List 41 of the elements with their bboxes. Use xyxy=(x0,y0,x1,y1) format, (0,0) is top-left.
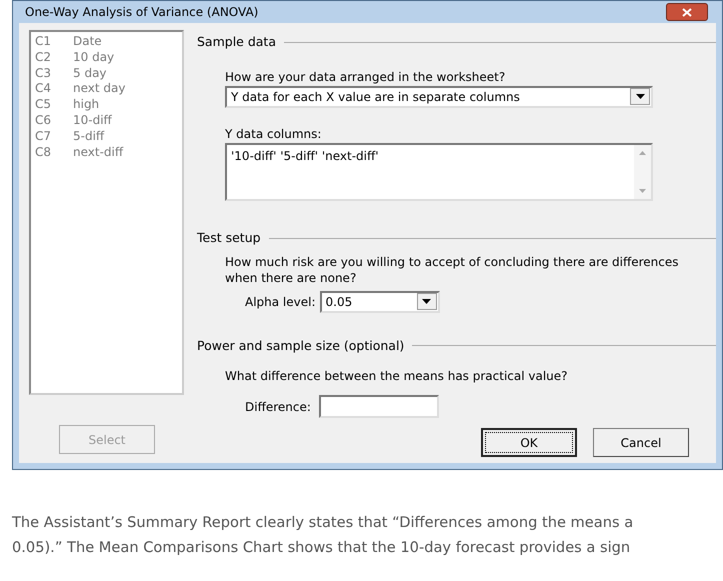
group-heading: Power and sample size (optional) xyxy=(197,336,404,355)
arrangement-dropdown[interactable]: Y data for each X value are in separate columns xyxy=(225,86,653,108)
field-label: How are your data arranged in the worksheet? xyxy=(225,68,506,86)
y-columns-field[interactable]: '10-diff' '5-diff' 'next-diff' xyxy=(225,142,653,201)
cancel-button[interactable]: Cancel xyxy=(593,428,689,458)
column-name[interactable]: next-diff xyxy=(73,144,124,160)
column-name[interactable]: Date xyxy=(73,34,102,50)
ok-button[interactable]: OK xyxy=(481,428,577,458)
field-label: Y data columns: xyxy=(225,126,322,143)
column-id[interactable]: C6 xyxy=(35,112,73,129)
dropdown-arrow-icon xyxy=(636,94,644,100)
column-id[interactable]: C8 xyxy=(35,144,73,160)
paragraph-line: The Assistant’s Summary Report clearly states that “Differences among the means a xyxy=(12,513,634,533)
dropdown-arrow-icon xyxy=(422,299,432,304)
column-name[interactable]: next day xyxy=(73,81,126,98)
group-heading: Test setup xyxy=(197,228,261,247)
window-title: One-Way Analysis of Variance (ANOVA) xyxy=(25,4,258,21)
column-name[interactable]: 5-diff xyxy=(73,128,104,145)
field-label: Alpha level: xyxy=(245,294,316,310)
question-text: What difference between the means has practical value? xyxy=(225,368,569,386)
column-id[interactable]: C5 xyxy=(35,97,73,113)
column-name[interactable]: 10-diff xyxy=(73,112,112,129)
column-id[interactable]: C4 xyxy=(35,81,73,98)
close-button[interactable] xyxy=(666,3,708,21)
paragraph-line: 0.05).” The Mean Comparisons Chart shows that the 10-day forecast provides a sign xyxy=(12,538,632,558)
column-id[interactable]: C7 xyxy=(35,128,73,145)
difference-field[interactable] xyxy=(318,395,439,418)
column-name[interactable]: high xyxy=(73,97,100,113)
question-text: How much risk are you willing to accept of concluding there are differences when there are none? xyxy=(225,254,680,286)
column-id[interactable]: C2 xyxy=(35,50,73,66)
scroll-up-icon[interactable] xyxy=(639,150,646,155)
column-id[interactable]: C1 xyxy=(35,34,73,50)
close-icon xyxy=(682,8,692,16)
group-heading: Sample data xyxy=(197,33,276,51)
column-name[interactable]: 5 day xyxy=(73,66,107,82)
alpha-dropdown[interactable]: 0.05 xyxy=(320,290,440,312)
column-name[interactable]: 10 day xyxy=(73,50,114,66)
field-label: Difference: xyxy=(245,398,311,416)
scrollbar[interactable] xyxy=(634,144,651,199)
scroll-down-icon[interactable] xyxy=(639,188,646,193)
column-id[interactable]: C3 xyxy=(35,66,73,82)
